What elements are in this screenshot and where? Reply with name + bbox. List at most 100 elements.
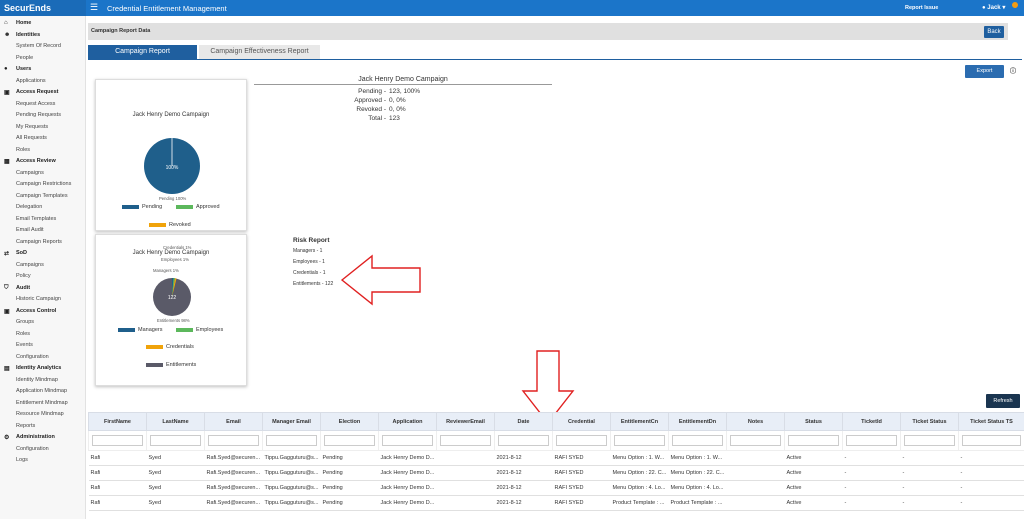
sidebar-section-access-control[interactable]: ▣ Access Control [0,306,86,317]
column-header-ticketid[interactable]: TicketId [842,412,901,431]
sidebar-item-campaign-templates[interactable]: Campaign Templates [0,191,86,202]
sidebar-section-sod[interactable]: ⇄ SoD [0,248,86,259]
sidebar-item-events[interactable]: Events [0,340,86,351]
table-cell: Active [784,450,843,466]
export-button[interactable]: Export [965,65,1004,78]
column-header-election[interactable]: Election [320,412,379,431]
sidebar-item-resource-mindmap[interactable]: Resource Mindmap [0,409,86,420]
column-filter-input[interactable] [614,435,665,446]
table-cell: 2021-8-12 [494,465,553,481]
back-button[interactable]: Back [984,26,1004,38]
sidebar-item-people[interactable]: People [0,53,86,64]
table-cell: - [900,450,959,466]
sidebar-item-roles[interactable]: Roles [0,145,86,156]
tab-campaign-report[interactable]: Campaign Report [88,45,197,59]
sidebar-item-email-audit[interactable]: Email Audit [0,225,86,236]
table-row[interactable]: Rafi Syed Rafi.Syed@securen... Tippu.Gaggut… [88,465,1024,481]
column-filter-input[interactable] [92,435,143,446]
table-cell: Rafi [88,480,147,496]
main-content: Campaign Report Data Back Campaign Repor… [88,16,1024,519]
arrow-shape [340,254,421,306]
sidebar-item-identity-mindmap[interactable]: Identity Mindmap [0,375,86,386]
sidebar-item-applications[interactable]: Applications [0,76,86,87]
sidebar-item-campaigns[interactable]: Campaigns [0,168,86,179]
column-header-credential[interactable]: Credential [552,412,611,431]
user-menu[interactable]: ● Jack ▾ [982,4,1005,11]
column-header-firstname[interactable]: FirstName [88,412,147,431]
column-header-ticket-status[interactable]: Ticket Status [900,412,959,431]
sidebar-item-email-templates[interactable]: Email Templates [0,214,86,225]
risk-item-entitlements: Entitlements - 122 [293,281,334,287]
column-header-email[interactable]: Email [204,412,263,431]
filter-cell [900,430,959,451]
table-cell: Pending [320,465,379,481]
sidebar-section-access-review[interactable]: ▦ Access Review [0,156,86,167]
sidebar-item-application-mindmap[interactable]: Application Mindmap [0,386,86,397]
sidebar-item-historic-campaign[interactable]: Historic Campaign [0,294,86,305]
sidebar-section-users[interactable]: ● Users [0,64,86,75]
column-header-lastname[interactable]: LastName [146,412,205,431]
tab-campaign-effectiveness-report[interactable]: Campaign Effectiveness Report [199,45,320,59]
risk-item-employees: Employees - 1 [293,259,325,265]
column-filter-input[interactable] [266,435,317,446]
column-header-date[interactable]: Date [494,412,553,431]
summary-key: Total - [368,115,386,122]
column-filter-input[interactable] [382,435,433,446]
sidebar-item-my-requests[interactable]: My Requests [0,122,86,133]
notification-badge[interactable] [1012,2,1018,8]
sidebar-section-access-request[interactable]: ▣ Access Request [0,87,86,98]
table-row[interactable]: Rafi Syed Rafi.Syed@securen... Tippu.Gaggut… [88,495,1024,511]
refresh-button[interactable]: Refresh [986,394,1020,408]
sidebar-item-pending-requests[interactable]: Pending Requests [0,110,86,121]
column-header-notes[interactable]: Notes [726,412,785,431]
sidebar-item-campaign-restrictions[interactable]: Campaign Restrictions [0,179,86,190]
sidebar-section-audit[interactable]: ⛉ Audit [0,283,86,294]
column-filter-input[interactable] [730,435,781,446]
column-filter-input[interactable] [672,435,723,446]
sidebar-item-configuration[interactable]: Configuration [0,352,86,363]
table-row[interactable]: Rafi Syed Rafi.Syed@securen... Tippu.Gaggut… [88,480,1024,496]
sidebar-item-roles[interactable]: Roles [0,329,86,340]
column-filter-input[interactable] [904,435,955,446]
sidebar-item-system-of-record[interactable]: System Of Record [0,41,86,52]
column-filter-input[interactable] [208,435,259,446]
report-issue-link[interactable]: Report Issue [905,5,938,11]
sidebar-item-policy[interactable]: Policy [0,271,86,282]
sidebar-item-entitlement-mindmap[interactable]: Entitlement Mindmap [0,398,86,409]
sidebar-item-reports[interactable]: Reports [0,421,86,432]
sidebar-item-configuration[interactable]: Configuration [0,444,86,455]
table-cell: Jack Henry Demo D... [378,450,437,466]
sidebar-section-identity-analytics[interactable]: ▤ Identity Analytics [0,363,86,374]
column-header-application[interactable]: Application [378,412,437,431]
column-filter-input[interactable] [962,435,1021,446]
sidebar-item-all-requests[interactable]: All Requests [0,133,86,144]
sidebar-item-campaign-reports[interactable]: Campaign Reports [0,237,86,248]
sidebar-section-identities[interactable]: ☻ Identities [0,30,86,41]
table-row[interactable]: Rafi Syed Rafi.Syed@securen... Tippu.Gaggut… [88,450,1024,466]
column-filter-input[interactable] [440,435,491,446]
column-header-entitlementdn[interactable]: EntitlementDn [668,412,727,431]
column-header-revieweremail[interactable]: ReviewerEmail [436,412,495,431]
sidebar-item-delegation[interactable]: Delegation [0,202,86,213]
column-filter-input[interactable] [846,435,897,446]
column-header-entitlementcn[interactable]: EntitlementCn [610,412,669,431]
sidebar-section-administration[interactable]: ⚙ Administration [0,432,86,443]
column-header-status[interactable]: Status [784,412,843,431]
sidebar-section-home[interactable]: ⌂ Home [0,18,86,29]
sidebar-item-logs[interactable]: Logs [0,455,86,466]
column-filter-input[interactable] [498,435,549,446]
column-filter-input[interactable] [556,435,607,446]
table-cell: Pending [320,495,379,511]
column-filter-input[interactable] [150,435,201,446]
sidebar-item-campaigns[interactable]: Campaigns [0,260,86,271]
info-icon[interactable]: ⓘ [1010,66,1016,75]
sidebar-item-request-access[interactable]: Request Access [0,99,86,110]
sidebar-section-label: Identity Analytics [16,365,62,371]
column-header-ticket-status-ts[interactable]: Ticket Status TS [958,412,1024,431]
column-filter-input[interactable] [324,435,375,446]
column-header-manager-email[interactable]: Manager Email [262,412,321,431]
column-filter-input[interactable] [788,435,839,446]
legend-employees: Employees [176,327,223,333]
hamburger-icon[interactable]: ☰ [90,2,98,13]
sidebar-item-groups[interactable]: Groups [0,317,86,328]
